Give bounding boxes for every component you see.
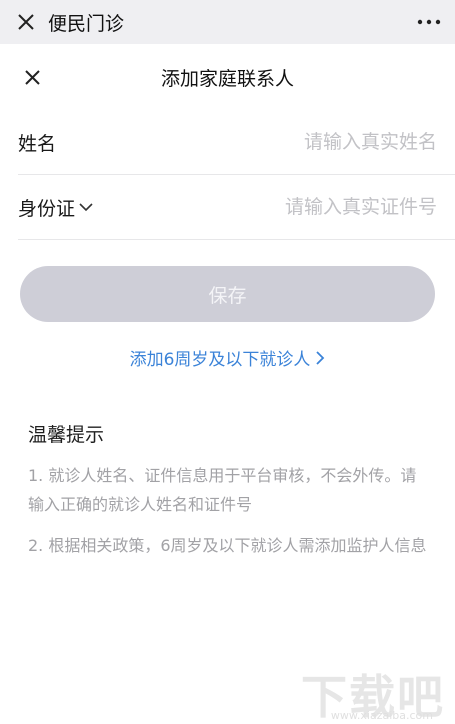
more-options-icon[interactable] — [401, 10, 441, 34]
close-icon[interactable] — [20, 65, 44, 89]
watermark-url: www.xiazaiba.com — [330, 709, 433, 722]
add-child-patient-link[interactable]: 添加6周岁及以下就诊人 — [0, 345, 455, 370]
chevron-right-icon — [316, 350, 325, 365]
top-navigation-bar: 便民门诊 — [0, 0, 455, 44]
save-area: 保存 — [0, 240, 455, 322]
tips-title: 温馨提示 — [28, 424, 105, 446]
tip-item: 1. 就诊人姓名、证件信息用于平台审核，不会外传。请输入正确的就诊人姓名和证件号 — [28, 466, 417, 514]
name-label: 姓名 — [18, 132, 57, 155]
add-child-patient-label: 添加6周岁及以下就诊人 — [129, 350, 311, 370]
tips-section: 温馨提示 1. 就诊人姓名、证件信息用于平台审核，不会外传。请输入正确的就诊人姓… — [0, 420, 455, 560]
id-row: 身份证 — [18, 175, 455, 240]
id-type-selector[interactable]: 身份证 — [18, 194, 93, 221]
app-title: 便民门诊 — [48, 12, 125, 35]
save-button[interactable]: 保存 — [20, 266, 435, 322]
page-header: 添加家庭联系人 — [0, 44, 455, 110]
tip-item: 2. 根据相关政策，6周岁及以下就诊人需添加监护人信息 — [28, 536, 427, 555]
id-type-label: 身份证 — [18, 197, 76, 220]
page-title: 添加家庭联系人 — [160, 67, 294, 90]
close-icon[interactable] — [14, 10, 38, 34]
name-row: 姓名 — [18, 110, 455, 175]
chevron-down-icon[interactable] — [79, 202, 93, 212]
id-number-input[interactable] — [93, 195, 439, 219]
name-input[interactable] — [56, 130, 439, 154]
